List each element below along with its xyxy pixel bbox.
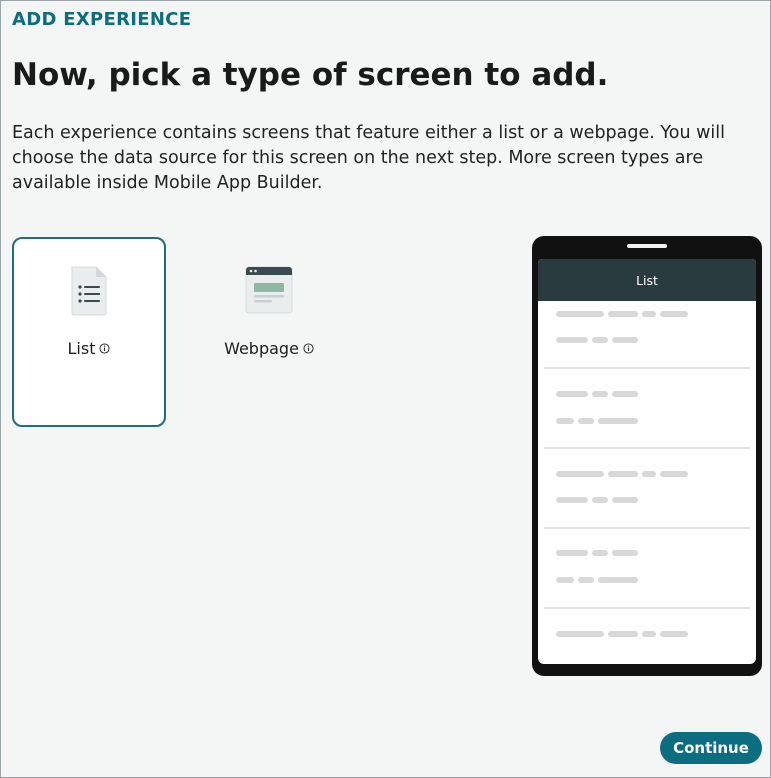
info-icon[interactable] [303,343,314,354]
phone-speaker [627,244,667,248]
webpage-option-label: Webpage [224,339,299,358]
preview-header-title: List [636,272,658,288]
screen-type-label: Webpage [224,339,314,358]
preview-header: List [538,259,756,301]
placeholder-line [556,337,638,343]
phone-preview: List [532,236,762,676]
page-title: Now, pick a type of screen to add. [12,57,609,93]
description-text: Each experience contains screens that fe… [12,123,726,193]
phone-screen: List [538,259,756,664]
placeholder-line [556,418,638,424]
placeholder-line [556,631,688,637]
document-list-icon [71,266,107,316]
placeholder-line [556,550,638,556]
screen-type-label: List [68,339,111,358]
list-option-label: List [67,339,96,358]
browser-window-icon [245,266,293,314]
placeholder-line [556,497,638,503]
preview-list-row [544,609,750,664]
screen-type-webpage-card[interactable]: Webpage [192,237,346,427]
info-icon[interactable] [99,343,111,354]
add-experience-dialog: ADD EXPERIENCE Now, pick a type of scree… [0,0,771,778]
screen-type-list-card[interactable]: List [12,237,166,427]
placeholder-line [556,577,638,583]
preview-list-row [544,529,750,609]
preview-list-row [544,301,750,369]
continue-button[interactable]: Continue [660,732,762,764]
eyebrow-title: ADD EXPERIENCE [12,9,192,30]
placeholder-line [556,391,638,397]
placeholder-line [556,311,688,317]
preview-list-row [544,449,750,529]
preview-list-row [544,369,750,449]
placeholder-line [556,471,688,477]
